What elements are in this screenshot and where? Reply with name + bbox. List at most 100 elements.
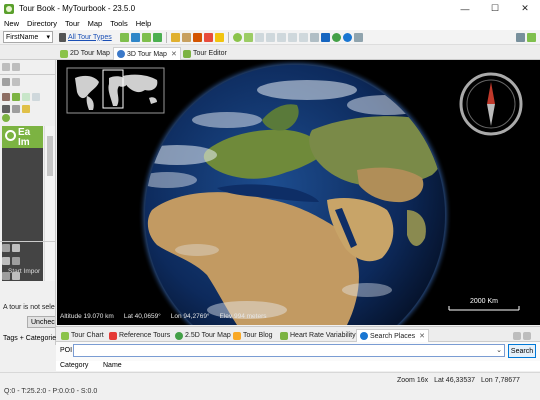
search-icon[interactable] xyxy=(342,32,352,42)
chart-icon[interactable] xyxy=(214,32,224,42)
tag-icon[interactable] xyxy=(2,272,10,280)
divider xyxy=(0,241,55,242)
map-25d-icon xyxy=(175,331,183,340)
restore-view-icon[interactable] xyxy=(12,63,20,71)
tab-heart-rate-variability[interactable]: Heart Rate Variability xyxy=(277,329,359,342)
minimize-view-icon[interactable] xyxy=(513,331,521,340)
tour-icon[interactable] xyxy=(22,93,30,101)
tourbook-perspective-icon[interactable] xyxy=(527,32,536,42)
minimize-button[interactable]: — xyxy=(450,0,480,17)
uncheck-button[interactable]: Unchecl xyxy=(27,316,55,328)
star-icon[interactable] xyxy=(320,32,330,42)
device-icon[interactable] xyxy=(2,93,10,101)
left-icons-row-5 xyxy=(2,272,20,280)
columns-icon[interactable] xyxy=(12,105,20,113)
mountain-2-icon[interactable] xyxy=(265,32,275,42)
tour-type-filter-link[interactable]: All Tour Types xyxy=(59,32,112,42)
minimize-view-icon[interactable] xyxy=(2,63,10,71)
column-name[interactable]: Name xyxy=(103,362,122,369)
download-icon[interactable] xyxy=(130,32,140,42)
view-menu-icon[interactable] xyxy=(12,78,20,86)
person-select-value: FirstName xyxy=(6,33,39,41)
mountain-icon[interactable] xyxy=(254,32,264,42)
reference-tours-icon xyxy=(109,331,117,340)
photo-icon[interactable] xyxy=(243,32,253,42)
toolbar-separator xyxy=(227,31,229,43)
tab-tour-editor[interactable]: Tour Editor xyxy=(180,47,230,60)
window-controls: — ☐ ✕ xyxy=(450,0,540,17)
tour-book-icon[interactable] xyxy=(152,32,162,42)
tab-label: 2D Tour Map xyxy=(70,50,110,57)
menu-help[interactable]: Help xyxy=(132,19,155,28)
tour-chart-icon xyxy=(61,331,69,340)
app-icon xyxy=(4,3,14,14)
gear-icon[interactable] xyxy=(353,32,363,42)
map-status-overlay: Altitude 19.070 km Lat 40,0659° Lon 94,2… xyxy=(60,313,267,320)
menu-map[interactable]: Map xyxy=(84,19,107,28)
tab-label: 3D Tour Map xyxy=(127,50,167,58)
status-bar: Zoom 16x Lat 46,33537 Lon 7,78677 Q:0 - … xyxy=(0,372,540,400)
mountain-5-icon[interactable] xyxy=(298,32,308,42)
globe-canvas[interactable] xyxy=(57,60,540,325)
view-menu-icon[interactable] xyxy=(12,244,20,252)
tab-tour-blog[interactable]: Tour Blog xyxy=(230,329,276,342)
close-icon[interactable]: ✕ xyxy=(419,332,425,340)
column-category[interactable]: Category xyxy=(60,362,88,369)
heart-icon xyxy=(280,331,288,340)
search-icon xyxy=(360,332,368,340)
import-icon[interactable] xyxy=(12,93,20,101)
chevron-down-icon: ▾ xyxy=(46,34,50,41)
menu-tour[interactable]: Tour xyxy=(61,19,84,28)
chevron-double-icon[interactable] xyxy=(2,78,10,86)
tab-tour-chart[interactable]: Tour Chart xyxy=(58,329,107,342)
divider xyxy=(0,74,55,75)
mountain-6-icon[interactable] xyxy=(309,32,319,42)
chevron-down-icon[interactable]: ⌄ xyxy=(496,346,502,354)
gear-icon[interactable] xyxy=(12,272,20,280)
world-icon[interactable] xyxy=(331,32,341,42)
calendar-icon[interactable] xyxy=(170,32,180,42)
menu-tools[interactable]: Tools xyxy=(106,19,132,28)
tab-reference-tours[interactable]: Reference Tours xyxy=(106,329,173,342)
chevron-double-icon[interactable] xyxy=(2,244,10,252)
tour-blog-icon xyxy=(233,331,241,340)
scrollbar-thumb[interactable] xyxy=(47,136,53,176)
tab-label: Tour Chart xyxy=(71,332,104,339)
grid-icon[interactable] xyxy=(2,105,10,113)
mountain-4-icon[interactable] xyxy=(287,32,297,42)
tab-label: Tour Editor xyxy=(193,50,227,57)
menu-bar: New Directory Tour Map Tools Help xyxy=(0,17,540,30)
menu-directory[interactable]: Directory xyxy=(23,19,61,28)
statistics-icon[interactable] xyxy=(192,32,202,42)
close-icon[interactable]: ✕ xyxy=(171,50,177,58)
perspective-icon[interactable] xyxy=(516,32,525,42)
import-icon[interactable] xyxy=(119,32,129,42)
maximize-view-icon[interactable] xyxy=(523,331,531,340)
chart-bars-icon[interactable] xyxy=(203,32,213,42)
tab-2d-tour-map[interactable]: 2D Tour Map xyxy=(57,47,113,60)
tour-down-icon[interactable] xyxy=(141,32,151,42)
maximize-button[interactable]: ☐ xyxy=(480,0,510,17)
sort-icon[interactable] xyxy=(12,257,20,265)
import-scrollbar[interactable] xyxy=(44,126,55,281)
tags-categories-label: Tags + Categorie xyxy=(3,334,56,342)
list-icon[interactable] xyxy=(32,93,40,101)
sun-icon[interactable] xyxy=(2,114,10,122)
poi-search-input[interactable]: ⌄ xyxy=(73,344,505,357)
compare-icon[interactable] xyxy=(232,32,242,42)
tab-25d-tour-map[interactable]: 2.5D Tour Map xyxy=(172,329,234,342)
mountain-3-icon[interactable] xyxy=(276,32,286,42)
lon-status: Lon 7,78677 xyxy=(481,377,520,384)
folder-icon[interactable] xyxy=(22,105,30,113)
collated-tours-icon[interactable] xyxy=(181,32,191,42)
arrow-up-down-icon[interactable] xyxy=(2,257,10,265)
tab-search-places[interactable]: Search Places ✕ xyxy=(356,329,430,342)
map-2d-icon xyxy=(60,49,68,58)
person-select[interactable]: FirstName ▾ xyxy=(3,31,53,43)
tab-label: 2.5D Tour Map xyxy=(185,332,231,339)
menu-new[interactable]: New xyxy=(0,19,23,28)
tab-3d-tour-map[interactable]: 3D Tour Map ✕ xyxy=(113,47,181,60)
3d-globe-map[interactable]: 2000 Km Altitude 19.070 km Lat 40,0659° … xyxy=(57,60,540,325)
close-button[interactable]: ✕ xyxy=(510,0,540,17)
search-button[interactable]: Search xyxy=(508,344,536,358)
